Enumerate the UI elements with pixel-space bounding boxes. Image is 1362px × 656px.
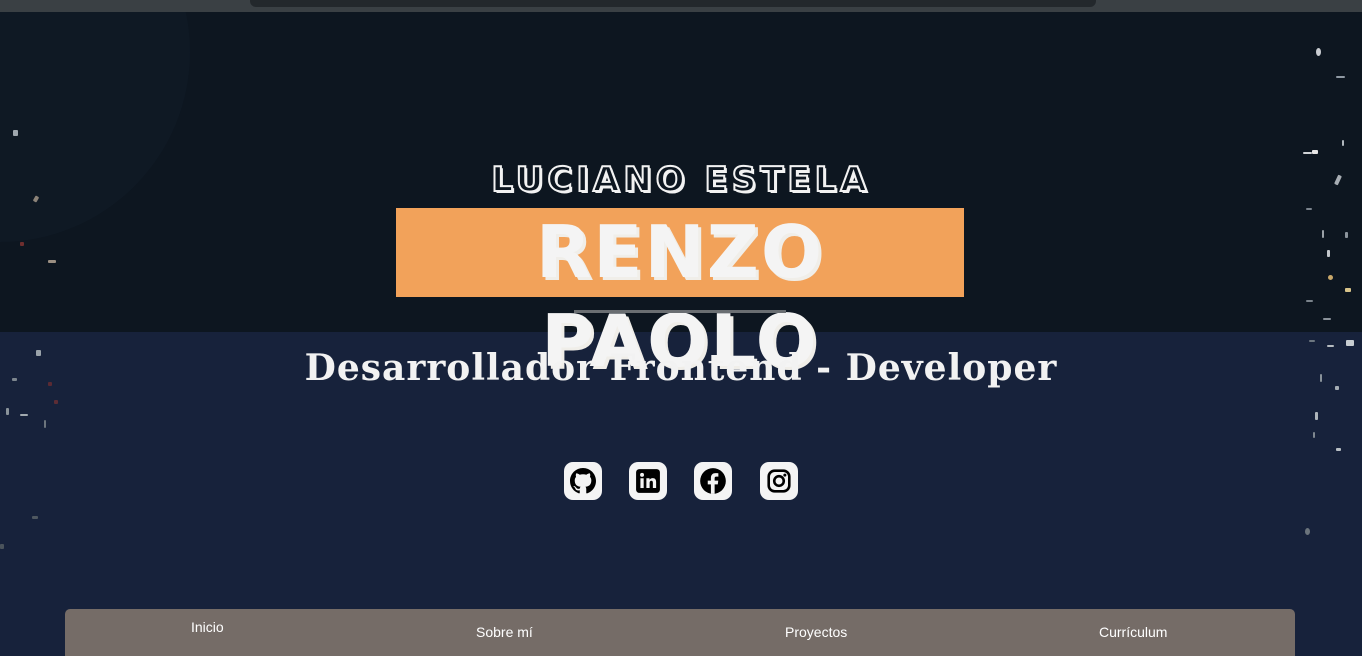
confetti-piece	[0, 544, 4, 549]
confetti-piece	[54, 400, 58, 404]
confetti-piece	[1345, 288, 1351, 292]
portfolio-page: LUCIANO ESTELA RENZO PAOLO Desarrollador…	[0, 0, 1362, 656]
role-subtitle: Desarrollador Frontend - Developer	[304, 347, 1058, 389]
title-divider	[574, 310, 786, 313]
confetti-piece	[1306, 300, 1313, 302]
confetti-piece	[1305, 528, 1310, 535]
confetti-piece	[48, 260, 56, 263]
confetti-piece	[1327, 250, 1330, 257]
confetti-piece	[1345, 232, 1348, 238]
confetti-piece	[1316, 48, 1321, 56]
last-name-heading: RENZO PAOLO	[535, 210, 825, 383]
browser-top-strip	[0, 0, 1362, 12]
last-name-banner: RENZO PAOLO	[396, 208, 964, 383]
social-links	[0, 462, 1362, 502]
confetti-piece	[20, 414, 28, 416]
nav-item-proyectos[interactable]: Proyectos	[785, 624, 847, 640]
confetti-piece	[1322, 230, 1324, 238]
confetti-piece	[1323, 318, 1331, 320]
confetti-piece	[1306, 208, 1312, 210]
confetti-piece	[32, 516, 38, 519]
confetti-piece	[1342, 140, 1344, 146]
nav-item-curriculum[interactable]: Currículum	[1099, 624, 1167, 640]
facebook-icon	[700, 468, 726, 494]
confetti-piece	[1336, 448, 1341, 451]
confetti-piece	[44, 420, 46, 428]
confetti-piece	[1312, 150, 1318, 154]
decorative-circle	[0, 12, 190, 242]
browser-top-bar	[250, 0, 1096, 7]
nav-item-inicio[interactable]: Inicio	[191, 619, 224, 635]
confetti-piece	[1328, 275, 1333, 280]
facebook-link[interactable]	[694, 462, 732, 500]
confetti-piece	[13, 130, 18, 136]
confetti-piece	[20, 242, 24, 246]
linkedin-icon	[636, 469, 660, 493]
confetti-piece	[6, 408, 9, 415]
main-navbar: Inicio Sobre mí Proyectos Currículum	[65, 609, 1295, 656]
nav-item-sobre-mi[interactable]: Sobre mí	[476, 624, 533, 640]
confetti-piece	[1336, 76, 1345, 78]
confetti-piece	[1303, 152, 1312, 154]
github-icon	[570, 468, 596, 494]
instagram-icon	[767, 469, 791, 493]
first-name-heading: LUCIANO ESTELA	[490, 159, 871, 201]
confetti-piece	[1309, 340, 1315, 342]
confetti-piece	[1313, 432, 1315, 438]
linkedin-link[interactable]	[629, 462, 667, 500]
github-link[interactable]	[564, 462, 602, 500]
confetti-piece	[1315, 412, 1318, 420]
instagram-link[interactable]	[760, 462, 798, 500]
